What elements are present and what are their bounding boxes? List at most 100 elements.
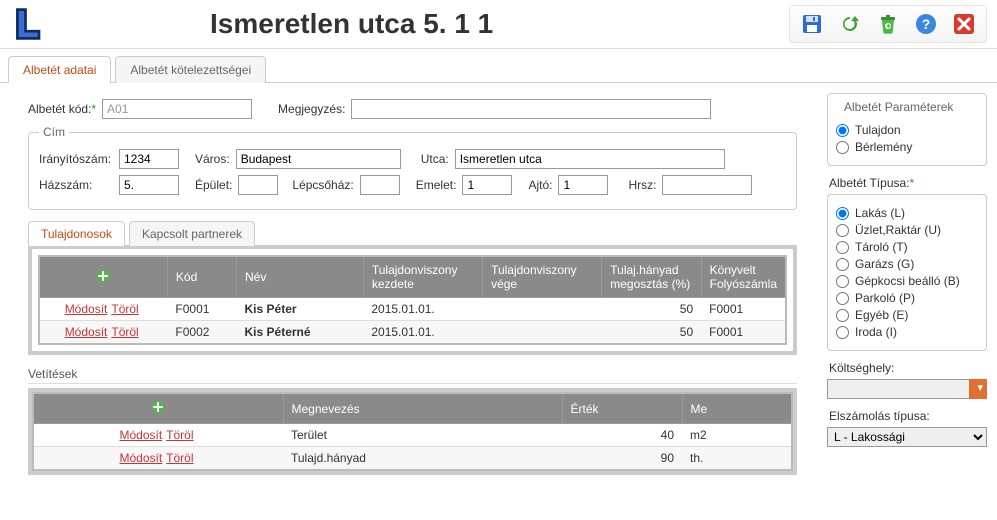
table-row: MódosítTörölTulajd.hányad90th. — [33, 447, 792, 471]
hrsz-input[interactable] — [662, 175, 752, 195]
cell-name: Kis Péterné — [237, 321, 364, 345]
delete-link[interactable]: Töröl — [166, 451, 193, 465]
th-proj-unit: Me — [682, 393, 792, 424]
zip-input[interactable] — [119, 149, 179, 169]
cell-relend — [483, 321, 602, 345]
floor-input[interactable] — [462, 175, 512, 195]
type-label: Albetét Típusa:* — [829, 176, 987, 190]
building-label: Épület: — [195, 178, 232, 192]
cell-proj-name: Terület — [283, 424, 562, 447]
cell-code: F0001 — [167, 298, 236, 321]
cell-share: 50 — [602, 298, 701, 321]
type-radio-label: Lakás (L) — [855, 206, 905, 220]
type-radio[interactable] — [836, 241, 849, 254]
ownership-rent-radio[interactable] — [836, 141, 849, 154]
add-owner-button[interactable] — [96, 269, 110, 283]
ownership-own-label: Tulajdon — [855, 123, 901, 137]
building-input[interactable] — [238, 175, 278, 195]
th-proj-value: Érték — [562, 393, 682, 424]
delete-link[interactable]: Töröl — [111, 302, 138, 316]
th-relend: Tulajdonviszony vége — [483, 256, 602, 298]
edit-link[interactable]: Módosít — [119, 428, 162, 442]
main-tabs: Albetét adatai Albetét kötelezettségei — [8, 55, 997, 82]
house-input[interactable] — [119, 175, 179, 195]
door-label: Ajtó: — [528, 178, 552, 192]
table-row: MódosítTörölTerület40m2 — [33, 424, 792, 447]
th-account: Könyvelt Folyószámla — [701, 256, 786, 298]
address-legend: Cím — [39, 125, 69, 139]
edit-link[interactable]: Módosít — [119, 451, 162, 465]
th-proj-name: Megnevezés — [283, 393, 562, 424]
street-input[interactable] — [455, 149, 725, 169]
type-radio-label: Gépkocsi beálló (B) — [855, 274, 960, 288]
note-label: Megjegyzés: — [278, 102, 345, 116]
code-input[interactable] — [102, 99, 252, 119]
app-logo — [10, 4, 50, 44]
cell-account: F0001 — [701, 321, 786, 345]
projections-title: Vetítések — [28, 367, 797, 384]
tab-obligations[interactable]: Albetét kötelezettségei — [115, 56, 266, 83]
cell-relstart: 2015.01.01. — [363, 321, 482, 345]
street-label: Utca: — [421, 152, 449, 166]
cell-share: 50 — [602, 321, 701, 345]
refresh-button[interactable] — [836, 10, 864, 38]
save-button[interactable] — [798, 10, 826, 38]
city-label: Város: — [195, 152, 230, 166]
ownership-own-radio[interactable] — [836, 124, 849, 137]
hrsz-label: Hrsz: — [628, 178, 656, 192]
cell-proj-value: 40 — [562, 424, 682, 447]
inner-tabs: Tulajdonosok Kapcsolt partnerek — [28, 220, 815, 245]
owners-table: Kód Név Tulajdonviszony kezdete Tulajdon… — [38, 255, 787, 345]
help-button[interactable]: ? — [912, 10, 940, 38]
type-radio-label: Tároló (T) — [855, 240, 908, 254]
type-radio-label: Iroda (I) — [855, 325, 897, 339]
stair-input[interactable] — [360, 175, 400, 195]
tab-partners[interactable]: Kapcsolt partnerek — [129, 221, 255, 246]
settlement-select[interactable]: L - Lakossági — [827, 427, 987, 447]
edit-link[interactable]: Módosít — [65, 325, 108, 339]
cell-name: Kis Péter — [237, 298, 364, 321]
th-share: Tulaj.hányad megosztás (%) — [602, 256, 701, 298]
house-label: Házszám: — [39, 178, 113, 192]
svg-text:?: ? — [922, 16, 931, 32]
type-radio[interactable] — [836, 309, 849, 322]
type-group: Lakás (L)Üzlet,Raktár (U)Tároló (T)Garáz… — [827, 194, 987, 351]
th-relstart: Tulajdonviszony kezdete — [363, 256, 482, 298]
type-radio[interactable] — [836, 207, 849, 220]
tab-data[interactable]: Albetét adatai — [8, 56, 111, 83]
type-radio-label: Parkoló (P) — [855, 291, 915, 305]
cell-relend — [483, 298, 602, 321]
type-radio[interactable] — [836, 292, 849, 305]
delete-link[interactable]: Töröl — [111, 325, 138, 339]
door-input[interactable] — [558, 175, 608, 195]
cell-code: F0002 — [167, 321, 236, 345]
close-button[interactable] — [950, 10, 978, 38]
stair-label: Lépcsőház: — [292, 178, 353, 192]
ownership-rent-label: Bérlemény — [855, 140, 912, 154]
toolbar: ? — [789, 5, 987, 43]
type-radio[interactable] — [836, 326, 849, 339]
table-row: MódosítTöröl F0002Kis Péterné2015.01.01. 5… — [39, 321, 786, 345]
tab-owners[interactable]: Tulajdonosok — [28, 221, 125, 246]
settlement-label: Elszámolás típusa: — [829, 409, 987, 423]
projections-table: Megnevezés Érték Me Módosít Töröl Terület4… — [32, 392, 793, 471]
city-input[interactable] — [236, 149, 401, 169]
address-fieldset: Cím Irányítószám: Város: Utca: Házszám: … — [28, 125, 797, 210]
parameters-legend: Albetét Paraméterek — [840, 100, 957, 114]
th-code: Kód — [167, 256, 236, 298]
trash-button[interactable] — [874, 10, 902, 38]
cell-proj-value: 90 — [562, 447, 682, 471]
code-label: Albetét kód:* — [28, 102, 96, 116]
delete-link[interactable]: Töröl — [166, 428, 193, 442]
note-input[interactable] — [351, 99, 711, 119]
edit-link[interactable]: Módosít — [65, 302, 108, 316]
costcenter-select[interactable] — [827, 379, 987, 399]
costcenter-label: Költséghely: — [829, 361, 987, 375]
type-radio[interactable] — [836, 275, 849, 288]
cell-proj-unit: th. — [682, 447, 792, 471]
type-radio[interactable] — [836, 258, 849, 271]
type-radio[interactable] — [836, 224, 849, 237]
page-title: Ismeretlen utca 5. 1 1 — [210, 8, 789, 40]
type-radio-label: Garázs (G) — [855, 257, 914, 271]
add-projection-button[interactable] — [151, 400, 165, 414]
